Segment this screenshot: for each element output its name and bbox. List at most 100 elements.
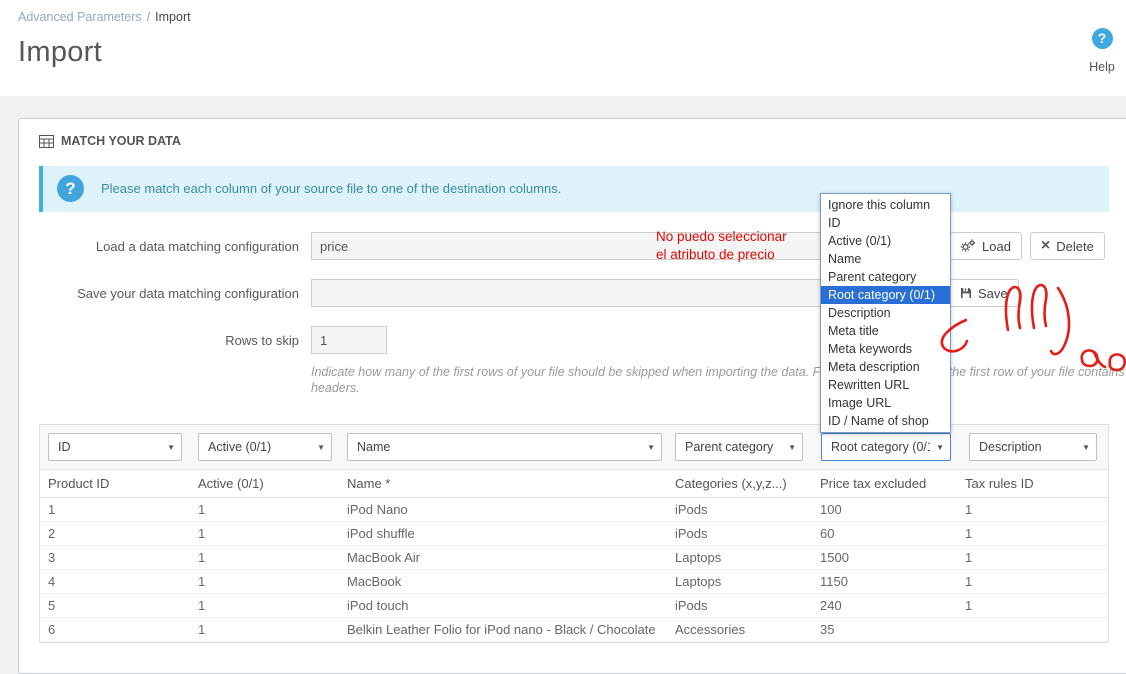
column-header: Price tax excluded bbox=[812, 470, 957, 498]
table-row: 5 1 iPod touch iPods 240 1 bbox=[40, 593, 1108, 618]
cell: 1150 bbox=[812, 569, 957, 594]
note-line: el atributo de precio bbox=[656, 247, 775, 262]
cell: 1 bbox=[190, 521, 339, 546]
handwritten-note: No puedo seleccionar el atributo de prec… bbox=[656, 228, 787, 264]
chevron-down-icon: ▼ bbox=[936, 442, 944, 452]
rows-to-skip-hint: Indicate how many of the first rows of y… bbox=[311, 365, 1125, 395]
preview-table: Product ID Active (0/1) Name * Categorie… bbox=[40, 470, 1108, 642]
load-button-label: Load bbox=[982, 238, 1011, 254]
column-select-3[interactable]: Name ▼ bbox=[347, 433, 662, 461]
chevron-down-icon: ▼ bbox=[788, 442, 796, 452]
cell: 35 bbox=[812, 617, 957, 642]
cell: 5 bbox=[40, 593, 190, 618]
cell: 100 bbox=[812, 497, 957, 522]
dropdown-option[interactable]: ID bbox=[821, 214, 950, 232]
table-icon bbox=[39, 134, 54, 148]
dropdown-option[interactable]: Active (0/1) bbox=[821, 232, 950, 250]
column-header: Product ID bbox=[40, 470, 190, 498]
dropdown-option[interactable]: Meta description bbox=[821, 358, 950, 376]
dropdown-option[interactable]: Image URL bbox=[821, 394, 950, 412]
table-row: 3 1 MacBook Air Laptops 1500 1 bbox=[40, 545, 1108, 570]
save-button-label: Save bbox=[978, 285, 1008, 301]
dropdown-option-selected[interactable]: Root category (0/1) bbox=[821, 286, 950, 304]
breadcrumb-parent-link[interactable]: Advanced Parameters bbox=[18, 10, 142, 24]
dropdown-option[interactable]: Ignore this column bbox=[821, 196, 950, 214]
dropdown-option[interactable]: Meta title bbox=[821, 322, 950, 340]
cell: 1 bbox=[957, 593, 1108, 618]
cell: MacBook Air bbox=[339, 545, 667, 570]
cell: 1 bbox=[957, 569, 1108, 594]
cell: 1 bbox=[957, 497, 1108, 522]
column-header: Active (0/1) bbox=[190, 470, 339, 498]
cell: 3 bbox=[40, 545, 190, 570]
chevron-down-icon: ▼ bbox=[167, 442, 175, 452]
cell: 240 bbox=[812, 593, 957, 618]
breadcrumb-current-link[interactable]: Import bbox=[155, 10, 190, 24]
load-button[interactable]: Load bbox=[949, 232, 1022, 260]
cell: iPod shuffle bbox=[339, 521, 667, 546]
cell: 1500 bbox=[812, 545, 957, 570]
column-select-3-value: Name bbox=[357, 440, 391, 454]
rows-to-skip-label: Rows to skip bbox=[225, 332, 299, 348]
cell: Belkin Leather Folio for iPod nano - Bla… bbox=[339, 617, 667, 642]
column-header: Categories (x,y,z...) bbox=[667, 470, 812, 498]
table-row: 6 1 Belkin Leather Folio for iPod nano -… bbox=[40, 617, 1108, 642]
column-select-2[interactable]: Active (0/1) ▼ bbox=[198, 433, 332, 461]
cell: 1 bbox=[190, 617, 339, 642]
column-select-2-value: Active (0/1) bbox=[208, 440, 272, 454]
cell: 1 bbox=[190, 545, 339, 570]
data-preview-block: ID ▼ Active (0/1) ▼ Name ▼ Parent catego… bbox=[39, 424, 1109, 643]
column-select-4[interactable]: Parent category ▼ bbox=[675, 433, 803, 461]
column-select-5-open[interactable]: Root category (0/1) ▼ bbox=[821, 433, 951, 461]
table-header-row: Product ID Active (0/1) Name * Categorie… bbox=[40, 470, 1108, 498]
cell: MacBook bbox=[339, 569, 667, 594]
table-row: 4 1 MacBook Laptops 1150 1 bbox=[40, 569, 1108, 594]
save-button[interactable]: Save bbox=[949, 279, 1019, 307]
table-row: 2 1 iPod shuffle iPods 60 1 bbox=[40, 521, 1108, 546]
cell: Laptops bbox=[667, 545, 812, 570]
cell: 1 bbox=[190, 497, 339, 522]
panel-title: MATCH YOUR DATA bbox=[61, 134, 181, 148]
cell: 6 bbox=[40, 617, 190, 642]
breadcrumb-separator: / bbox=[146, 10, 151, 24]
floppy-disk-icon bbox=[960, 287, 972, 299]
breadcrumb: Advanced Parameters / Import bbox=[18, 10, 1126, 24]
cell: Accessories bbox=[667, 617, 812, 642]
chevron-down-icon: ▼ bbox=[1082, 442, 1090, 452]
cell: 4 bbox=[40, 569, 190, 594]
column-select-4-value: Parent category bbox=[685, 440, 774, 454]
dropdown-option[interactable]: Parent category bbox=[821, 268, 950, 286]
load-config-label: Load a data matching configuration bbox=[95, 238, 299, 254]
column-header: Tax rules ID bbox=[957, 470, 1108, 498]
cell: iPods bbox=[667, 593, 812, 618]
cell: iPods bbox=[667, 521, 812, 546]
top-header: Advanced Parameters / Import Import bbox=[0, 0, 1126, 96]
dropdown-option[interactable]: Description bbox=[821, 304, 950, 322]
column-select-5-value: Root category (0/1) bbox=[831, 440, 931, 454]
column-header: Name * bbox=[339, 470, 667, 498]
help-icon[interactable]: ? bbox=[1091, 28, 1113, 49]
cell: iPods bbox=[667, 497, 812, 522]
delete-button[interactable]: × Delete bbox=[1029, 232, 1105, 260]
cell: iPod touch bbox=[339, 593, 667, 618]
dropdown-option[interactable]: Meta keywords bbox=[821, 340, 950, 358]
column-select-6[interactable]: Description ▼ bbox=[969, 433, 1097, 461]
dropdown-option[interactable]: ID / Name of shop bbox=[821, 412, 950, 430]
dropdown-option[interactable]: Rewritten URL bbox=[821, 376, 950, 394]
destination-column-dropdown: Ignore this column ID Active (0/1) Name … bbox=[820, 193, 951, 433]
help-button[interactable]: ? Help bbox=[1079, 28, 1125, 74]
rows-to-skip-input[interactable] bbox=[311, 326, 387, 354]
dropdown-option[interactable]: Name bbox=[821, 250, 950, 268]
panel-heading: MATCH YOUR DATA bbox=[39, 132, 1109, 150]
chevron-down-icon: ▼ bbox=[647, 442, 655, 452]
cell: 2 bbox=[40, 521, 190, 546]
cell: Laptops bbox=[667, 569, 812, 594]
cell: 1 bbox=[40, 497, 190, 522]
cell: 1 bbox=[190, 593, 339, 618]
column-select-6-value: Description bbox=[979, 440, 1042, 454]
help-label: Help bbox=[1089, 60, 1115, 74]
page-title: Import bbox=[18, 36, 102, 68]
cell bbox=[957, 617, 1108, 642]
column-select-1[interactable]: ID ▼ bbox=[48, 433, 182, 461]
cogs-icon bbox=[960, 239, 976, 253]
